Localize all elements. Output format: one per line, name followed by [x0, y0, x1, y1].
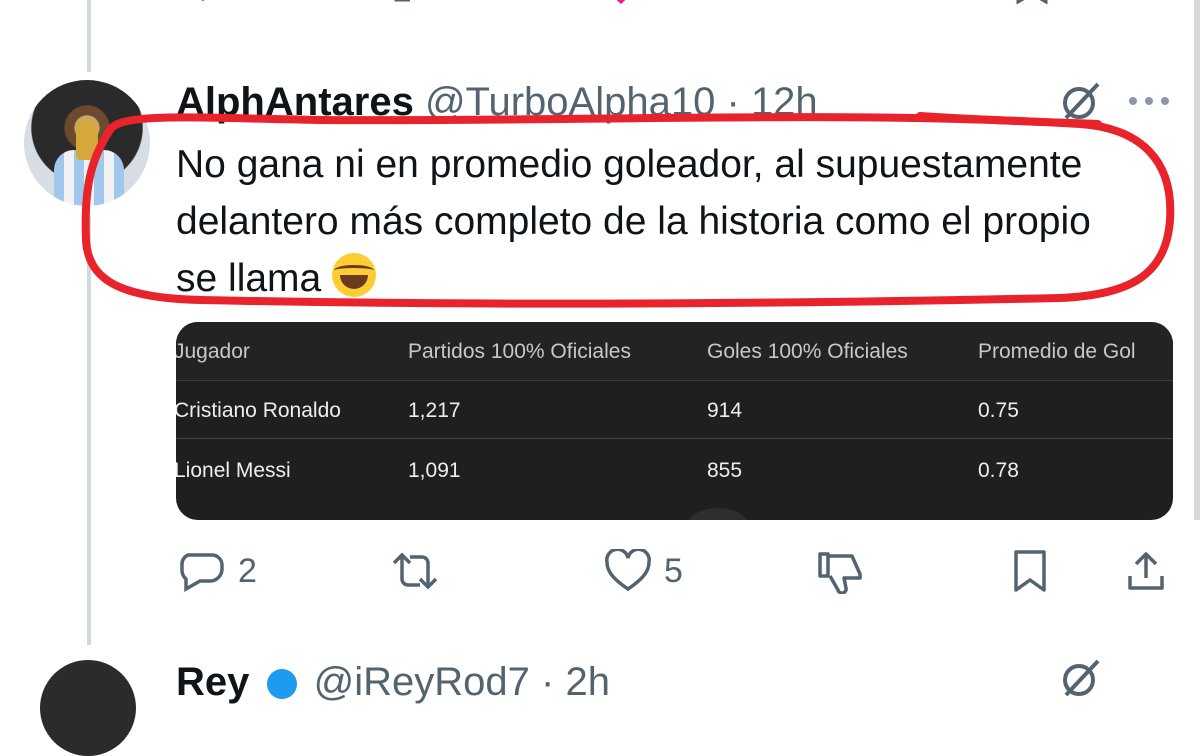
scrollbar-track[interactable] — [1194, 0, 1200, 520]
avatar[interactable] — [40, 660, 136, 756]
bookmark-button[interactable] — [1008, 546, 1052, 596]
scroll-indicator — [686, 508, 750, 520]
table-cell: 1,091 — [408, 459, 461, 482]
verified-icon — [266, 669, 297, 699]
red-highlight-annotation — [81, 112, 1175, 308]
table-cell: 0.75 — [978, 399, 1019, 422]
dislike-button[interactable] — [816, 546, 866, 596]
separator: · — [541, 660, 555, 704]
like-count: 5 — [664, 551, 683, 590]
table-cell: 1,217 — [408, 399, 461, 422]
reply-icon[interactable] — [190, 0, 220, 4]
tweet-time[interactable]: 2h — [565, 660, 610, 704]
reply-icon — [180, 553, 224, 593]
table-cell: 914 — [707, 399, 743, 422]
table-cell: Lionel Messi — [176, 459, 291, 482]
thread-line — [87, 0, 91, 72]
row-divider — [176, 438, 1173, 439]
like-button[interactable]: 5 — [604, 546, 683, 596]
table-header-promedio: Promedio de Gol — [978, 340, 1136, 363]
dislike-icon[interactable] — [808, 0, 848, 4]
previous-tweet-actions — [0, 0, 1200, 8]
table-header-goles: Goles 100% Oficiales — [707, 340, 908, 363]
table-cell: Cristiano Ronaldo — [176, 399, 341, 422]
share-button[interactable] — [1124, 546, 1168, 596]
stats-table-image[interactable]: Jugador Partidos 100% Oficiales Goles 10… — [176, 322, 1173, 520]
share-icon[interactable] — [1128, 0, 1168, 4]
share-icon — [1128, 552, 1164, 590]
table-cell: 0.78 — [978, 459, 1019, 482]
retweet-button[interactable] — [388, 546, 454, 596]
table-header-partidos: Partidos 100% Oficiales — [408, 340, 631, 363]
reply-count: 2 — [238, 551, 257, 590]
retweet-icon[interactable] — [390, 0, 430, 4]
author-name[interactable]: Rey — [176, 660, 249, 704]
table-cell: 855 — [707, 459, 743, 482]
retweet-icon — [392, 552, 438, 590]
like-icon — [605, 549, 651, 592]
like-icon[interactable] — [606, 0, 636, 4]
reply-button[interactable]: 2 — [178, 546, 257, 596]
author-handle[interactable]: @iReyRod7 — [314, 660, 530, 704]
bookmark-icon — [1014, 550, 1046, 592]
dislike-icon — [818, 552, 862, 594]
grok-icon[interactable] — [1058, 655, 1104, 701]
bookmark-icon[interactable] — [1012, 0, 1052, 4]
table-header-jugador: Jugador — [176, 340, 250, 363]
next-tweet-header: Rey @iReyRod7 · 2h — [176, 654, 610, 710]
